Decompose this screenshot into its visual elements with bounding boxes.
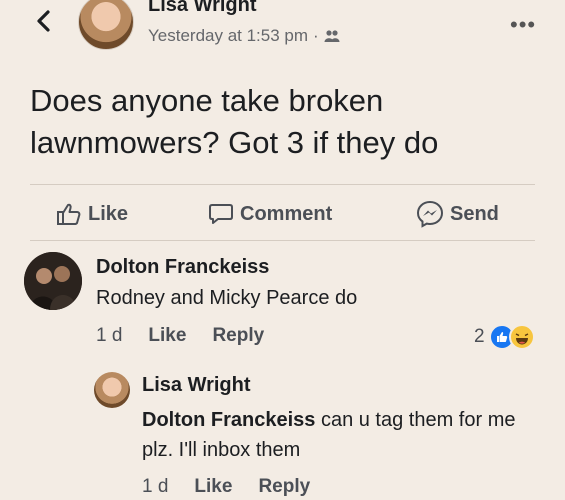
comment-reactions[interactable]: 2 — [474, 324, 535, 350]
post-actions-bar: Like Comment Send — [0, 196, 565, 232]
reply-time[interactable]: 1 d — [142, 476, 168, 498]
post-meta: Yesterday at 1:53 pm · — [148, 26, 340, 46]
send-label: Send — [450, 203, 499, 225]
comment-like-button[interactable]: Like — [148, 325, 186, 347]
send-button[interactable]: Send — [416, 196, 499, 232]
like-label: Like — [88, 203, 129, 225]
author-avatar[interactable] — [78, 0, 134, 50]
comment-label: Comment — [240, 203, 333, 225]
commenter-avatar[interactable] — [24, 252, 82, 310]
reply-like-button[interactable]: Like — [194, 476, 232, 498]
divider-top — [30, 184, 535, 185]
like-button[interactable]: Like — [56, 196, 128, 232]
post-timestamp[interactable]: Yesterday at 1:53 pm — [148, 26, 308, 46]
divider-bottom — [30, 240, 535, 241]
messenger-icon — [416, 200, 444, 228]
comment-button[interactable]: Comment — [208, 196, 332, 232]
back-arrow-icon[interactable] — [30, 6, 60, 36]
reaction-count: 2 — [474, 326, 485, 347]
comment-bubble-icon — [209, 204, 233, 224]
more-options-button[interactable]: ••• — [510, 12, 536, 38]
meta-separator: · — [313, 26, 319, 45]
commenter-name[interactable]: Dolton Franckeiss — [96, 256, 269, 279]
reply-mention-tag[interactable]: Dolton Franckeiss — [142, 409, 315, 431]
avatar-photo — [24, 252, 82, 310]
comment-reply-button[interactable]: Reply — [212, 325, 264, 347]
reply-meta: 1 d Like Reply — [142, 476, 310, 498]
comment-text: Rodney and Micky Pearce do — [96, 287, 358, 309]
reply-author-name[interactable]: Lisa Wright — [142, 374, 251, 397]
reply-reply-button[interactable]: Reply — [258, 476, 310, 498]
haha-reaction-icon — [508, 324, 535, 350]
friends-icon — [324, 30, 340, 42]
comment-meta: 1 d Like Reply — [96, 325, 264, 347]
post-text: Does anyone take broken lawnmowers? Got … — [30, 83, 439, 160]
thumbs-up-icon — [57, 203, 81, 225]
post-author-name[interactable]: Lisa Wright — [148, 0, 257, 17]
comment-time[interactable]: 1 d — [96, 325, 122, 347]
reply-author-avatar[interactable] — [94, 372, 130, 408]
reply-text: Dolton Franckeiss can u tag them for me … — [142, 405, 542, 465]
